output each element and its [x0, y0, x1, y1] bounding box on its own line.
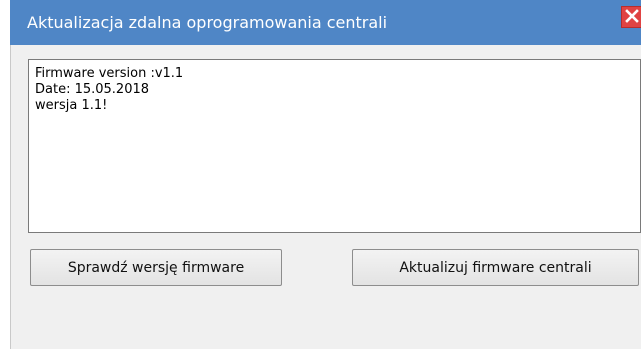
window-title: Aktualizacja zdalna oprogramowania centr…: [27, 13, 388, 32]
firmware-note-line: wersja 1.1!: [35, 98, 108, 113]
firmware-date-line: Date: 15.05.2018: [35, 82, 150, 97]
firmware-info-textbox[interactable]: Firmware version :v1.1 Date: 15.05.2018 …: [28, 59, 641, 233]
dialog-body: Firmware version :v1.1 Date: 15.05.2018 …: [10, 45, 641, 349]
close-button[interactable]: [621, 6, 641, 28]
firmware-update-window: Aktualizacja zdalna oprogramowania centr…: [10, 0, 641, 349]
update-firmware-button[interactable]: Aktualizuj firmware centrali: [352, 249, 639, 286]
check-firmware-version-button[interactable]: Sprawdź wersję firmware: [30, 249, 282, 286]
firmware-version-line: Firmware version :v1.1: [35, 66, 184, 81]
close-icon: [624, 8, 639, 27]
title-bar: Aktualizacja zdalna oprogramowania centr…: [10, 0, 641, 45]
